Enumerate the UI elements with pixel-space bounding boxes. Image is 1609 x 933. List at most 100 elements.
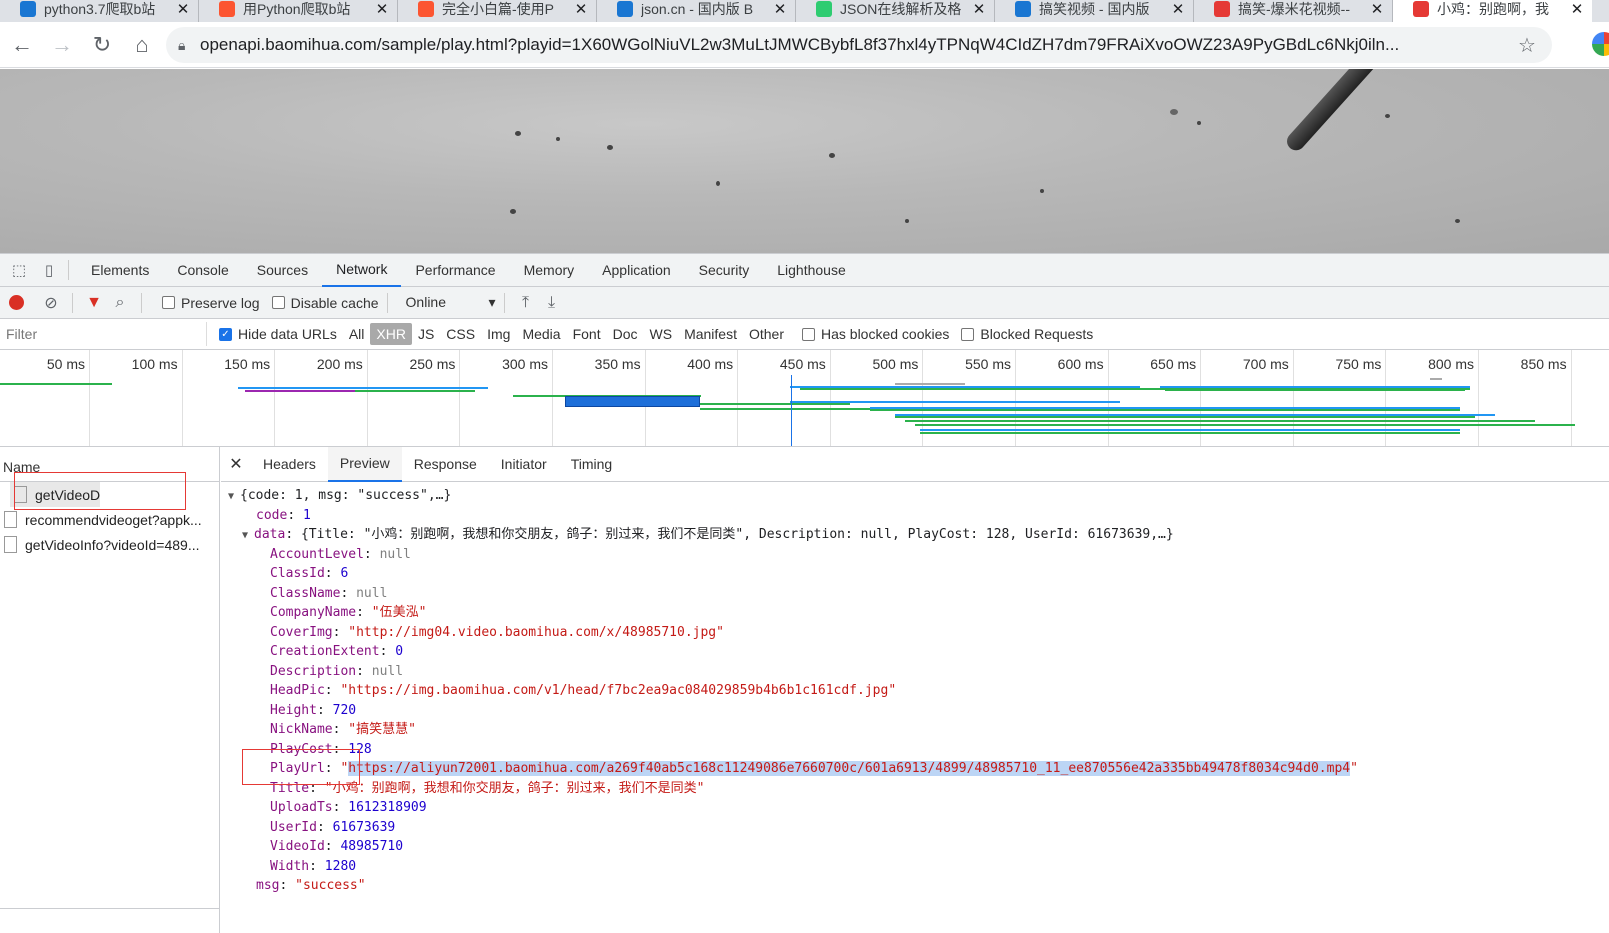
devtools-tab-elements[interactable]: Elements (77, 253, 163, 287)
browser-tab-title: 完全小白篇-使用P (442, 1, 554, 17)
request-row[interactable]: recommendvideoget?appk... (0, 507, 219, 532)
filter-type-img[interactable]: Img (481, 323, 516, 345)
timeline-request-bar (0, 383, 112, 385)
browser-tab[interactable]: 完全小白篇-使用P ✕ (398, 0, 597, 22)
detail-tab-initiator[interactable]: Initiator (489, 447, 559, 482)
filter-icon[interactable]: ▼ (81, 294, 107, 312)
blocked-requests-checkbox[interactable]: Blocked Requests (961, 326, 1093, 342)
devtools-tab-console[interactable]: Console (163, 253, 242, 287)
inspect-element-icon[interactable]: ⬚ (8, 259, 30, 281)
devtools-tab-memory[interactable]: Memory (510, 253, 589, 287)
filter-type-ws[interactable]: WS (644, 323, 679, 345)
filter-type-manifest[interactable]: Manifest (678, 323, 743, 345)
json-value: "https://img.baomihua.com/v1/head/f7bc2e… (340, 683, 897, 698)
devtools-tab-performance[interactable]: Performance (401, 253, 509, 287)
filter-type-font[interactable]: Font (567, 323, 607, 345)
detail-tab-preview[interactable]: Preview (327, 446, 402, 482)
close-tab-icon[interactable]: ✕ (176, 0, 190, 18)
clear-icon[interactable]: ⊘ (38, 293, 64, 313)
json-field-uploadts: UploadTs: 1612318909 (270, 800, 427, 815)
close-tab-icon[interactable]: ✕ (972, 0, 986, 18)
json-key: CreationExtent (270, 644, 380, 659)
detail-tab-timing[interactable]: Timing (559, 447, 625, 482)
network-filter-bar: Filter ✓ Hide data URLs All XHR JS CSS Img Med… (0, 319, 1609, 350)
devtools-tab-application[interactable]: Application (588, 253, 685, 287)
throttle-select[interactable]: Online ▾ (406, 294, 496, 311)
highlight-box-request (14, 472, 186, 510)
browser-tab[interactable]: json.cn - 国内版 B ✕ (597, 0, 796, 22)
baomihua-icon (1413, 1, 1429, 17)
json-key: Description (270, 663, 357, 679)
preserve-log-label: Preserve log (181, 294, 260, 311)
hide-data-urls-checkbox[interactable]: ✓ Hide data URLs (219, 326, 337, 342)
detail-tab-response[interactable]: Response (402, 447, 489, 482)
json-field-width: Width: 1280 (270, 858, 357, 874)
browser-tab[interactable]: 用Python爬取b站 ✕ (199, 0, 398, 22)
timeline-gridline (459, 350, 461, 446)
filter-type-js[interactable]: JS (412, 323, 440, 345)
close-tab-icon[interactable]: ✕ (375, 0, 389, 18)
video-player[interactable] (0, 69, 1609, 253)
has-blocked-cookies-checkbox[interactable]: Has blocked cookies (802, 326, 949, 342)
timeline-gridline (366, 350, 368, 446)
home-icon[interactable]: ⌂ (124, 27, 160, 63)
json-value[interactable]: https://aliyun72001.baomihua.com/a269f40… (348, 761, 1351, 776)
close-tab-icon[interactable]: ✕ (1171, 0, 1185, 18)
filter-type-doc[interactable]: Doc (607, 323, 644, 345)
detail-tab-headers[interactable]: Headers (251, 447, 328, 482)
device-toolbar-icon[interactable]: ▯ (38, 259, 60, 281)
import-har-icon[interactable]: ⤒ (513, 294, 539, 312)
close-icon[interactable]: ✕ (221, 454, 251, 474)
close-tab-icon[interactable]: ✕ (773, 0, 787, 18)
devtools-tab-network[interactable]: Network (322, 253, 402, 287)
url-text[interactable]: openapi.baomihua.com/sample/play.html?pl… (200, 35, 1514, 55)
export-har-icon[interactable]: ⤓ (539, 294, 565, 312)
forward-arrow-icon[interactable]: → (44, 27, 80, 63)
browser-tab[interactable]: 搞笑-爆米花视频-- ✕ (1194, 0, 1393, 22)
json-msg-value: "success" (295, 878, 366, 893)
browser-tab[interactable]: 小鸡：别跑啊，我 ✕ (1393, 0, 1592, 22)
filter-type-all[interactable]: All (343, 323, 371, 345)
timeline-tick-label: 750 ms (1335, 356, 1382, 372)
bookmark-star-icon[interactable]: ☆ (1514, 33, 1540, 58)
disable-cache-checkbox[interactable]: Disable cache (271, 295, 379, 311)
json-icon (816, 1, 832, 17)
expand-triangle-icon[interactable]: ▼ (228, 487, 240, 507)
address-bar[interactable]: 🔒︎ openapi.baomihua.com/sample/play.html… (166, 27, 1552, 63)
devtools-tab-security[interactable]: Security (685, 253, 764, 287)
timeline-request-bar (1430, 378, 1442, 380)
filter-input[interactable]: Filter (2, 322, 207, 346)
request-row[interactable]: getVideoInfo?videoId=489... (0, 532, 219, 557)
preserve-log-checkbox[interactable]: Preserve log (162, 295, 260, 311)
search-icon[interactable]: ⌕ (107, 294, 133, 312)
filter-type-css[interactable]: CSS (440, 323, 481, 345)
browser-tab[interactable]: 搞笑视频 - 国内版 ✕ (995, 0, 1194, 22)
json-line-data[interactable]: ▼ data: {Title: "小鸡：别跑啊，我想和你交朋友，鸽子：别过来，我们… (221, 525, 1609, 545)
json-value: null (371, 663, 404, 679)
devtools-tab-lighthouse[interactable]: Lighthouse (763, 253, 860, 287)
back-arrow-icon[interactable]: ← (4, 27, 40, 63)
expand-triangle-icon[interactable]: ▼ (242, 526, 254, 546)
reload-icon[interactable]: ↻ (84, 27, 120, 63)
filter-type-other[interactable]: Other (743, 323, 790, 345)
json-field-accountlevel: AccountLevel: null (270, 546, 411, 562)
close-tab-icon[interactable]: ✕ (1570, 0, 1584, 18)
filter-type-xhr[interactable]: XHR (370, 323, 412, 345)
network-timeline-overview[interactable]: 50 ms 100 ms 150 ms 200 ms 250 ms 300 ms 350 m… (0, 350, 1609, 447)
json-value: 1612318909 (348, 800, 427, 815)
close-tab-icon[interactable]: ✕ (1370, 0, 1384, 18)
devtools-tab-sources[interactable]: Sources (243, 253, 322, 287)
video-object (1283, 69, 1384, 155)
json-root-line[interactable]: ▼ {code: 1, msg: "success",…} (221, 486, 1609, 506)
timeline-gridline (737, 350, 739, 446)
record-icon[interactable] (9, 295, 24, 310)
close-tab-icon[interactable]: ✕ (574, 0, 588, 18)
timeline-tick-label: 450 ms (779, 356, 826, 372)
csdn-icon (418, 1, 434, 17)
filter-type-media[interactable]: Media (516, 323, 566, 345)
browser-tab[interactable]: JSON在线解析及格 ✕ (796, 0, 995, 22)
browser-tab[interactable]: python3.7爬取b站 ✕ (0, 0, 199, 22)
profile-avatar[interactable] (1592, 32, 1609, 56)
timeline-gridline (1570, 350, 1572, 446)
json-line-code: code: 1 (256, 507, 311, 523)
